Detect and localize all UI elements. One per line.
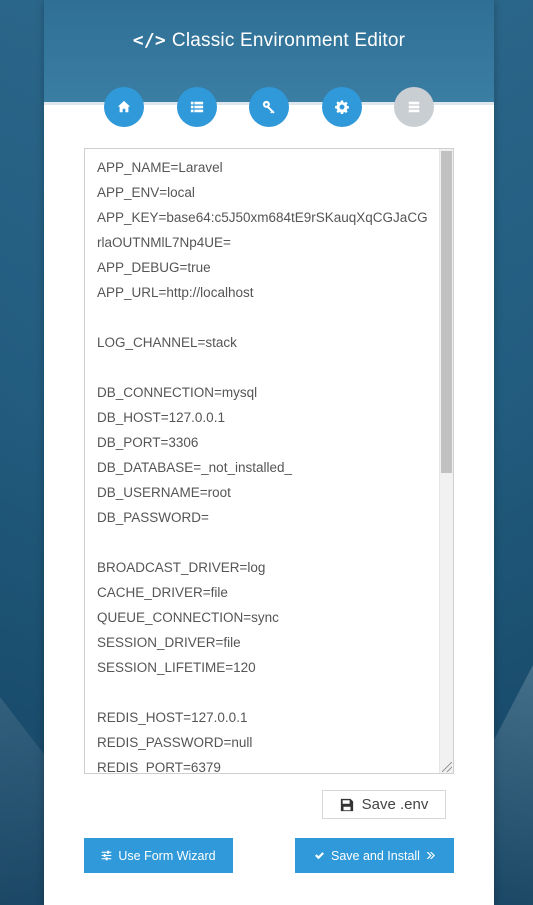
env-line — [97, 680, 435, 705]
code-icon: </> — [132, 30, 166, 51]
env-line — [97, 355, 435, 380]
server-icon — [408, 101, 420, 113]
save-and-install-button[interactable]: Save and Install — [295, 838, 454, 873]
env-line: REDIS_PORT=6379 — [97, 760, 221, 774]
env-line: APP_KEY=base64:c5J50xm684tE9rSKauqXqCGJa… — [97, 210, 428, 225]
save-env-label: Save .env — [361, 796, 429, 813]
env-line: DB_HOST=127.0.0.1 — [97, 410, 225, 425]
sliders-icon — [102, 850, 112, 861]
step-database[interactable] — [394, 87, 434, 127]
installer-card: </> Classic Environment Editor APP_NAME=L… — [44, 0, 494, 905]
step-navigation — [44, 87, 494, 127]
env-line: rlaOUTNMlL7Np4UE= — [97, 235, 231, 250]
page-title: </> Classic Environment Editor — [44, 30, 494, 52]
use-form-wizard-label: Use Form Wizard — [118, 848, 216, 863]
home-icon — [117, 100, 131, 113]
env-editor-content: APP_NAME=Laravel APP_ENV=local APP_KEY=bas… — [97, 155, 435, 774]
env-line: REDIS_HOST=127.0.0.1 — [97, 710, 248, 725]
env-line: APP_ENV=local — [97, 185, 195, 200]
env-line: REDIS_PASSWORD=null — [97, 735, 253, 750]
env-line: BROADCAST_DRIVER=log — [97, 560, 266, 575]
floppy-disk-icon — [340, 798, 353, 811]
double-chevron-right-icon — [426, 852, 435, 859]
save-env-button[interactable]: Save .env — [322, 790, 446, 819]
env-line: SESSION_LIFETIME=120 — [97, 660, 256, 675]
env-editor-textarea[interactable]: APP_NAME=Laravel APP_ENV=local APP_KEY=bas… — [84, 148, 454, 774]
env-line: APP_DEBUG=true — [97, 260, 211, 275]
key-icon — [262, 100, 275, 114]
page-title-text: Classic Environment Editor — [171, 30, 406, 51]
env-line: DB_PORT=3306 — [97, 435, 199, 450]
textarea-resize-handle[interactable] — [442, 762, 452, 772]
editor-scrollbar[interactable] — [439, 149, 453, 773]
gear-icon — [335, 100, 349, 114]
step-environment[interactable] — [322, 87, 362, 127]
list-icon — [190, 101, 204, 113]
env-line: QUEUE_CONNECTION=sync — [97, 610, 279, 625]
env-line — [97, 305, 435, 330]
env-line: DB_DATABASE=_not_installed_ — [97, 460, 292, 475]
env-line: APP_NAME=Laravel — [97, 160, 223, 175]
env-line: DB_CONNECTION=mysql — [97, 385, 258, 400]
editor-scroll-thumb[interactable] — [441, 151, 452, 473]
step-requirements[interactable] — [177, 87, 217, 127]
env-line — [97, 530, 435, 555]
use-form-wizard-button[interactable]: Use Form Wizard — [84, 838, 233, 873]
save-and-install-label: Save and Install — [331, 848, 420, 863]
env-line: DB_USERNAME=root — [97, 485, 231, 500]
step-home[interactable] — [104, 87, 144, 127]
env-line: CACHE_DRIVER=file — [97, 585, 228, 600]
env-line: APP_URL=http://localhost — [97, 285, 254, 300]
env-line: SESSION_DRIVER=file — [97, 635, 241, 650]
env-line: DB_PASSWORD= — [97, 510, 209, 525]
step-permissions[interactable] — [249, 87, 289, 127]
check-icon — [315, 852, 324, 860]
env-line: LOG_CHANNEL=stack — [97, 335, 237, 350]
